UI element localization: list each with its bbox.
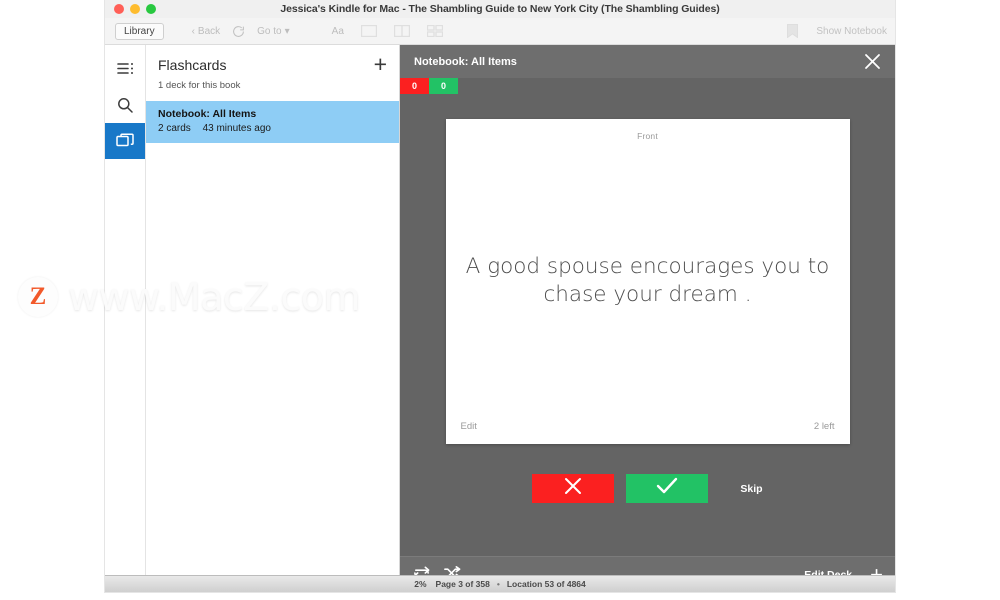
- window-title: Jessica's Kindle for Mac - The Shambling…: [280, 3, 720, 15]
- page-title: Flashcards: [158, 57, 227, 73]
- single-page-icon[interactable]: [360, 25, 377, 37]
- score-badges: 0 0: [400, 78, 895, 94]
- watermark-logo: Z: [18, 277, 58, 317]
- toolbar-view-group: Aa: [332, 25, 443, 37]
- cross-icon: [562, 475, 584, 502]
- reading-percent: 2%: [414, 579, 427, 589]
- decks-subtitle: 1 deck for this book: [158, 80, 241, 91]
- decks-header: Flashcards +: [146, 45, 399, 76]
- card-side-label: Front: [637, 131, 658, 141]
- close-icon[interactable]: [864, 53, 881, 70]
- kindle-window: Jessica's Kindle for Mac - The Shambling…: [105, 0, 895, 592]
- sidebar-rail: [105, 45, 146, 592]
- sidebar-item-search[interactable]: [105, 87, 145, 123]
- sidebar-item-flashcards[interactable]: [105, 123, 145, 159]
- card-text: A good spouse encourages you to chase yo…: [465, 253, 830, 307]
- window-body: Flashcards + 1 deck for this book Notebo…: [105, 45, 895, 592]
- sidebar-item-toc[interactable]: [105, 51, 145, 87]
- notebook-pane: Notebook: All Items 0 0 Front A good spo…: [400, 45, 895, 592]
- screen: Z www.MacZ.com Jessica's Kindle for Mac …: [0, 0, 1000, 600]
- grid-view-icon[interactable]: [426, 25, 443, 37]
- notebook-title: Notebook: All Items: [414, 55, 517, 68]
- notebook-header: Notebook: All Items: [400, 45, 895, 78]
- show-notebook-button[interactable]: Show Notebook: [816, 26, 887, 37]
- correct-count: 0: [429, 78, 458, 94]
- font-size-button[interactable]: Aa: [332, 26, 344, 37]
- refresh-icon[interactable]: [232, 25, 245, 38]
- mark-incorrect-button[interactable]: [532, 474, 615, 503]
- edit-card-button[interactable]: Edit: [461, 421, 477, 432]
- page-indicator: Page 3 of 358: [435, 579, 490, 589]
- decks-panel: Flashcards + 1 deck for this book Notebo…: [146, 45, 400, 592]
- bookmark-icon[interactable]: [787, 24, 799, 38]
- library-button[interactable]: Library: [115, 22, 164, 40]
- cards-remaining: 2 left: [813, 421, 835, 432]
- chevron-down-icon: ▾: [284, 25, 290, 37]
- flashcard-stage: Front A good spouse encourages you to ch…: [400, 94, 895, 556]
- flashcard[interactable]: Front A good spouse encourages you to ch…: [445, 119, 850, 444]
- back-label: Back: [197, 25, 221, 37]
- deck-card-count: 2 cards: [158, 123, 191, 134]
- list-item[interactable]: Notebook: All Items 2 cards 43 minutes a…: [146, 101, 399, 143]
- skip-button[interactable]: Skip: [740, 483, 762, 495]
- deck-updated: 43 minutes ago: [202, 123, 271, 134]
- incorrect-count: 0: [400, 78, 429, 94]
- toolbar: Library ‹ Back Go to ▾ Aa Show Notebook: [105, 18, 895, 45]
- title-bar: Jessica's Kindle for Mac - The Shambling…: [105, 0, 895, 18]
- mark-correct-button[interactable]: [626, 474, 709, 503]
- goto-label: Go to: [257, 25, 282, 37]
- two-column-icon[interactable]: [393, 25, 410, 37]
- goto-button[interactable]: Go to ▾: [257, 26, 290, 37]
- check-icon: [654, 475, 680, 502]
- deck-name: Notebook: All Items: [158, 108, 257, 120]
- deck-meta: 2 cards 43 minutes ago: [158, 123, 387, 134]
- location-indicator: Location 53 of 4864: [506, 579, 586, 589]
- card-body: A good spouse encourages you to chase yo…: [446, 141, 850, 421]
- back-button[interactable]: ‹ Back: [192, 26, 221, 37]
- chevron-left-icon: ‹: [191, 25, 195, 37]
- status-separator: •: [496, 579, 500, 589]
- answer-actions: Skip: [532, 474, 763, 503]
- add-deck-button[interactable]: +: [374, 53, 387, 76]
- card-footer: Edit 2 left: [446, 421, 850, 444]
- toolbar-nav-group: ‹ Back Go to ▾: [192, 25, 290, 38]
- toolbar-right-group: Show Notebook: [787, 24, 887, 38]
- status-bar: 2% Page 3 of 358 • Location 53 of 4864: [105, 575, 895, 592]
